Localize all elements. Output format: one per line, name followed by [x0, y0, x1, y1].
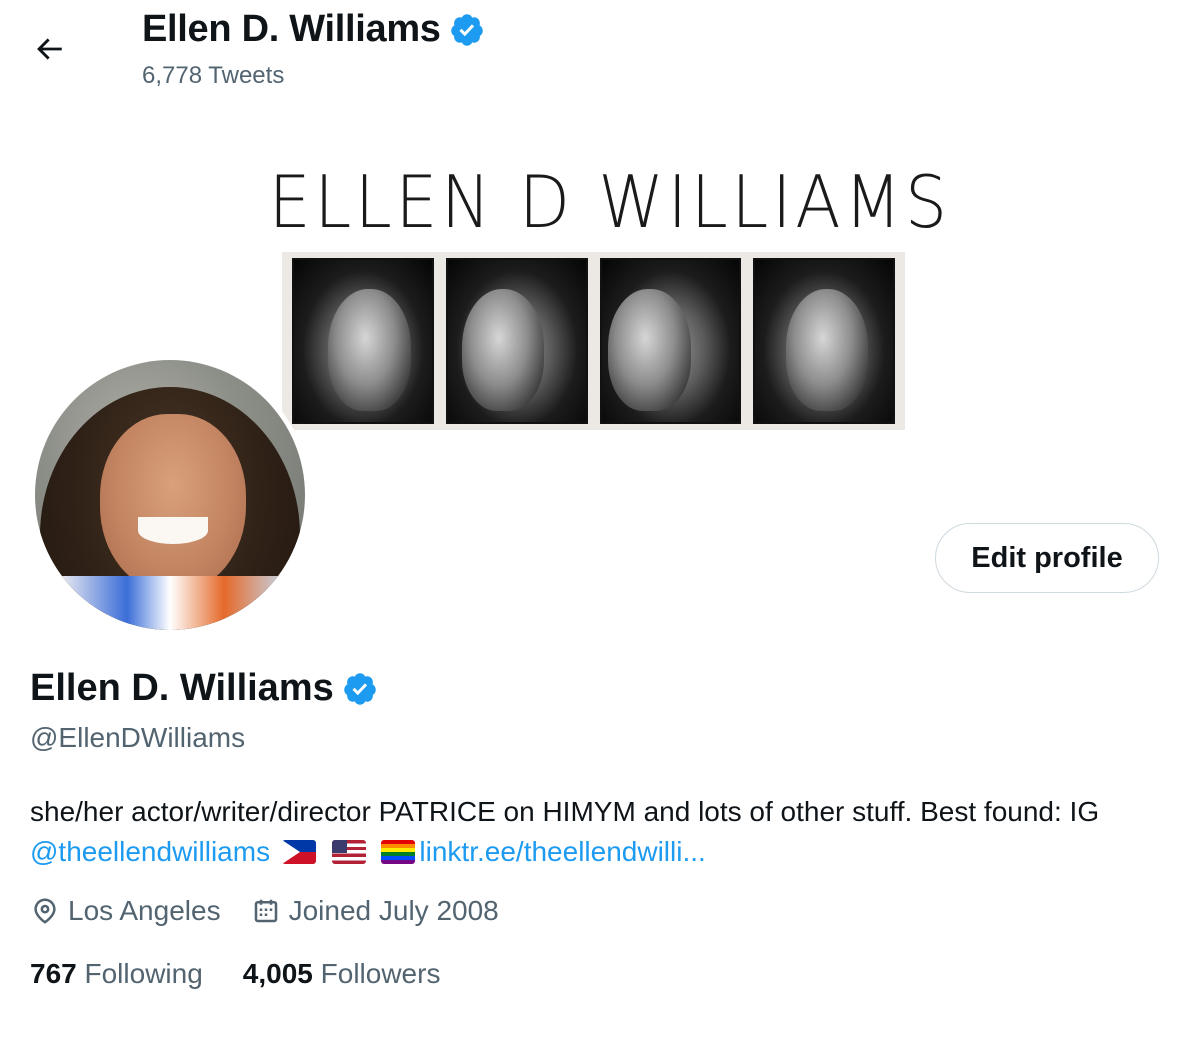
location-text: Los Angeles: [68, 895, 221, 926]
joined-item: Joined July 2008: [251, 895, 499, 927]
followers-count: 4,005: [242, 958, 313, 989]
profile-page: Ellen D. Williams 6,778 Tweets ELLEN D W…: [0, 0, 1190, 1040]
calendar-icon: [254, 899, 277, 923]
banner-photo-strip: [282, 252, 905, 430]
profile-meta: Los Angeles Joined July 2008: [30, 895, 499, 927]
profile-stats: 767 Following 4,005 Followers: [30, 958, 440, 990]
profile-banner[interactable]: ELLEN D WILLIAMS: [240, 150, 960, 440]
profile-bio: she/her actor/writer/director PATRICE on…: [30, 792, 1150, 872]
location-pin-icon: [34, 898, 56, 924]
profile-name-text: Ellen D. Williams: [30, 667, 334, 709]
location-item: Los Angeles: [30, 895, 221, 927]
banner-photo: [753, 258, 895, 424]
tweet-count: 6,778 Tweets: [142, 62, 285, 89]
bio-text: she/her actor/writer/director PATRICE on…: [30, 796, 1100, 827]
philippines-flag-icon: [281, 840, 316, 864]
followers-label: Followers: [320, 958, 441, 989]
joined-text: Joined July 2008: [288, 895, 499, 926]
followers-link[interactable]: 4,005 Followers: [243, 958, 441, 990]
header-display-name: Ellen D. Williams: [142, 8, 485, 51]
verified-badge-icon[interactable]: [342, 671, 378, 707]
banner-photo: [292, 258, 434, 424]
header-name-text: Ellen D. Williams: [142, 8, 441, 50]
banner-photo: [599, 258, 742, 424]
following-label: Following: [84, 958, 203, 989]
profile-handle: @EllenDWilliams: [30, 722, 246, 753]
edit-profile-button[interactable]: Edit profile: [935, 523, 1159, 593]
bio-external-link[interactable]: linktr.ee/theellendwilli...: [419, 836, 705, 867]
banner-photo: [445, 258, 588, 424]
following-count: 767: [30, 958, 77, 989]
profile-display-name: Ellen D. Williams: [30, 667, 378, 710]
arrow-left-icon: [37, 38, 62, 60]
banner-title-text: ELLEN D WILLIAMS: [268, 160, 951, 244]
bio-mention-link[interactable]: @theellendwilliams: [30, 836, 270, 867]
us-flag-icon: [331, 840, 366, 864]
rainbow-flag-icon: [381, 840, 416, 864]
avatar-image: [35, 360, 305, 630]
avatar[interactable]: [30, 355, 310, 635]
verified-badge-icon: [450, 13, 483, 46]
following-link[interactable]: 767 Following: [30, 958, 203, 990]
back-button[interactable]: [26, 26, 72, 72]
